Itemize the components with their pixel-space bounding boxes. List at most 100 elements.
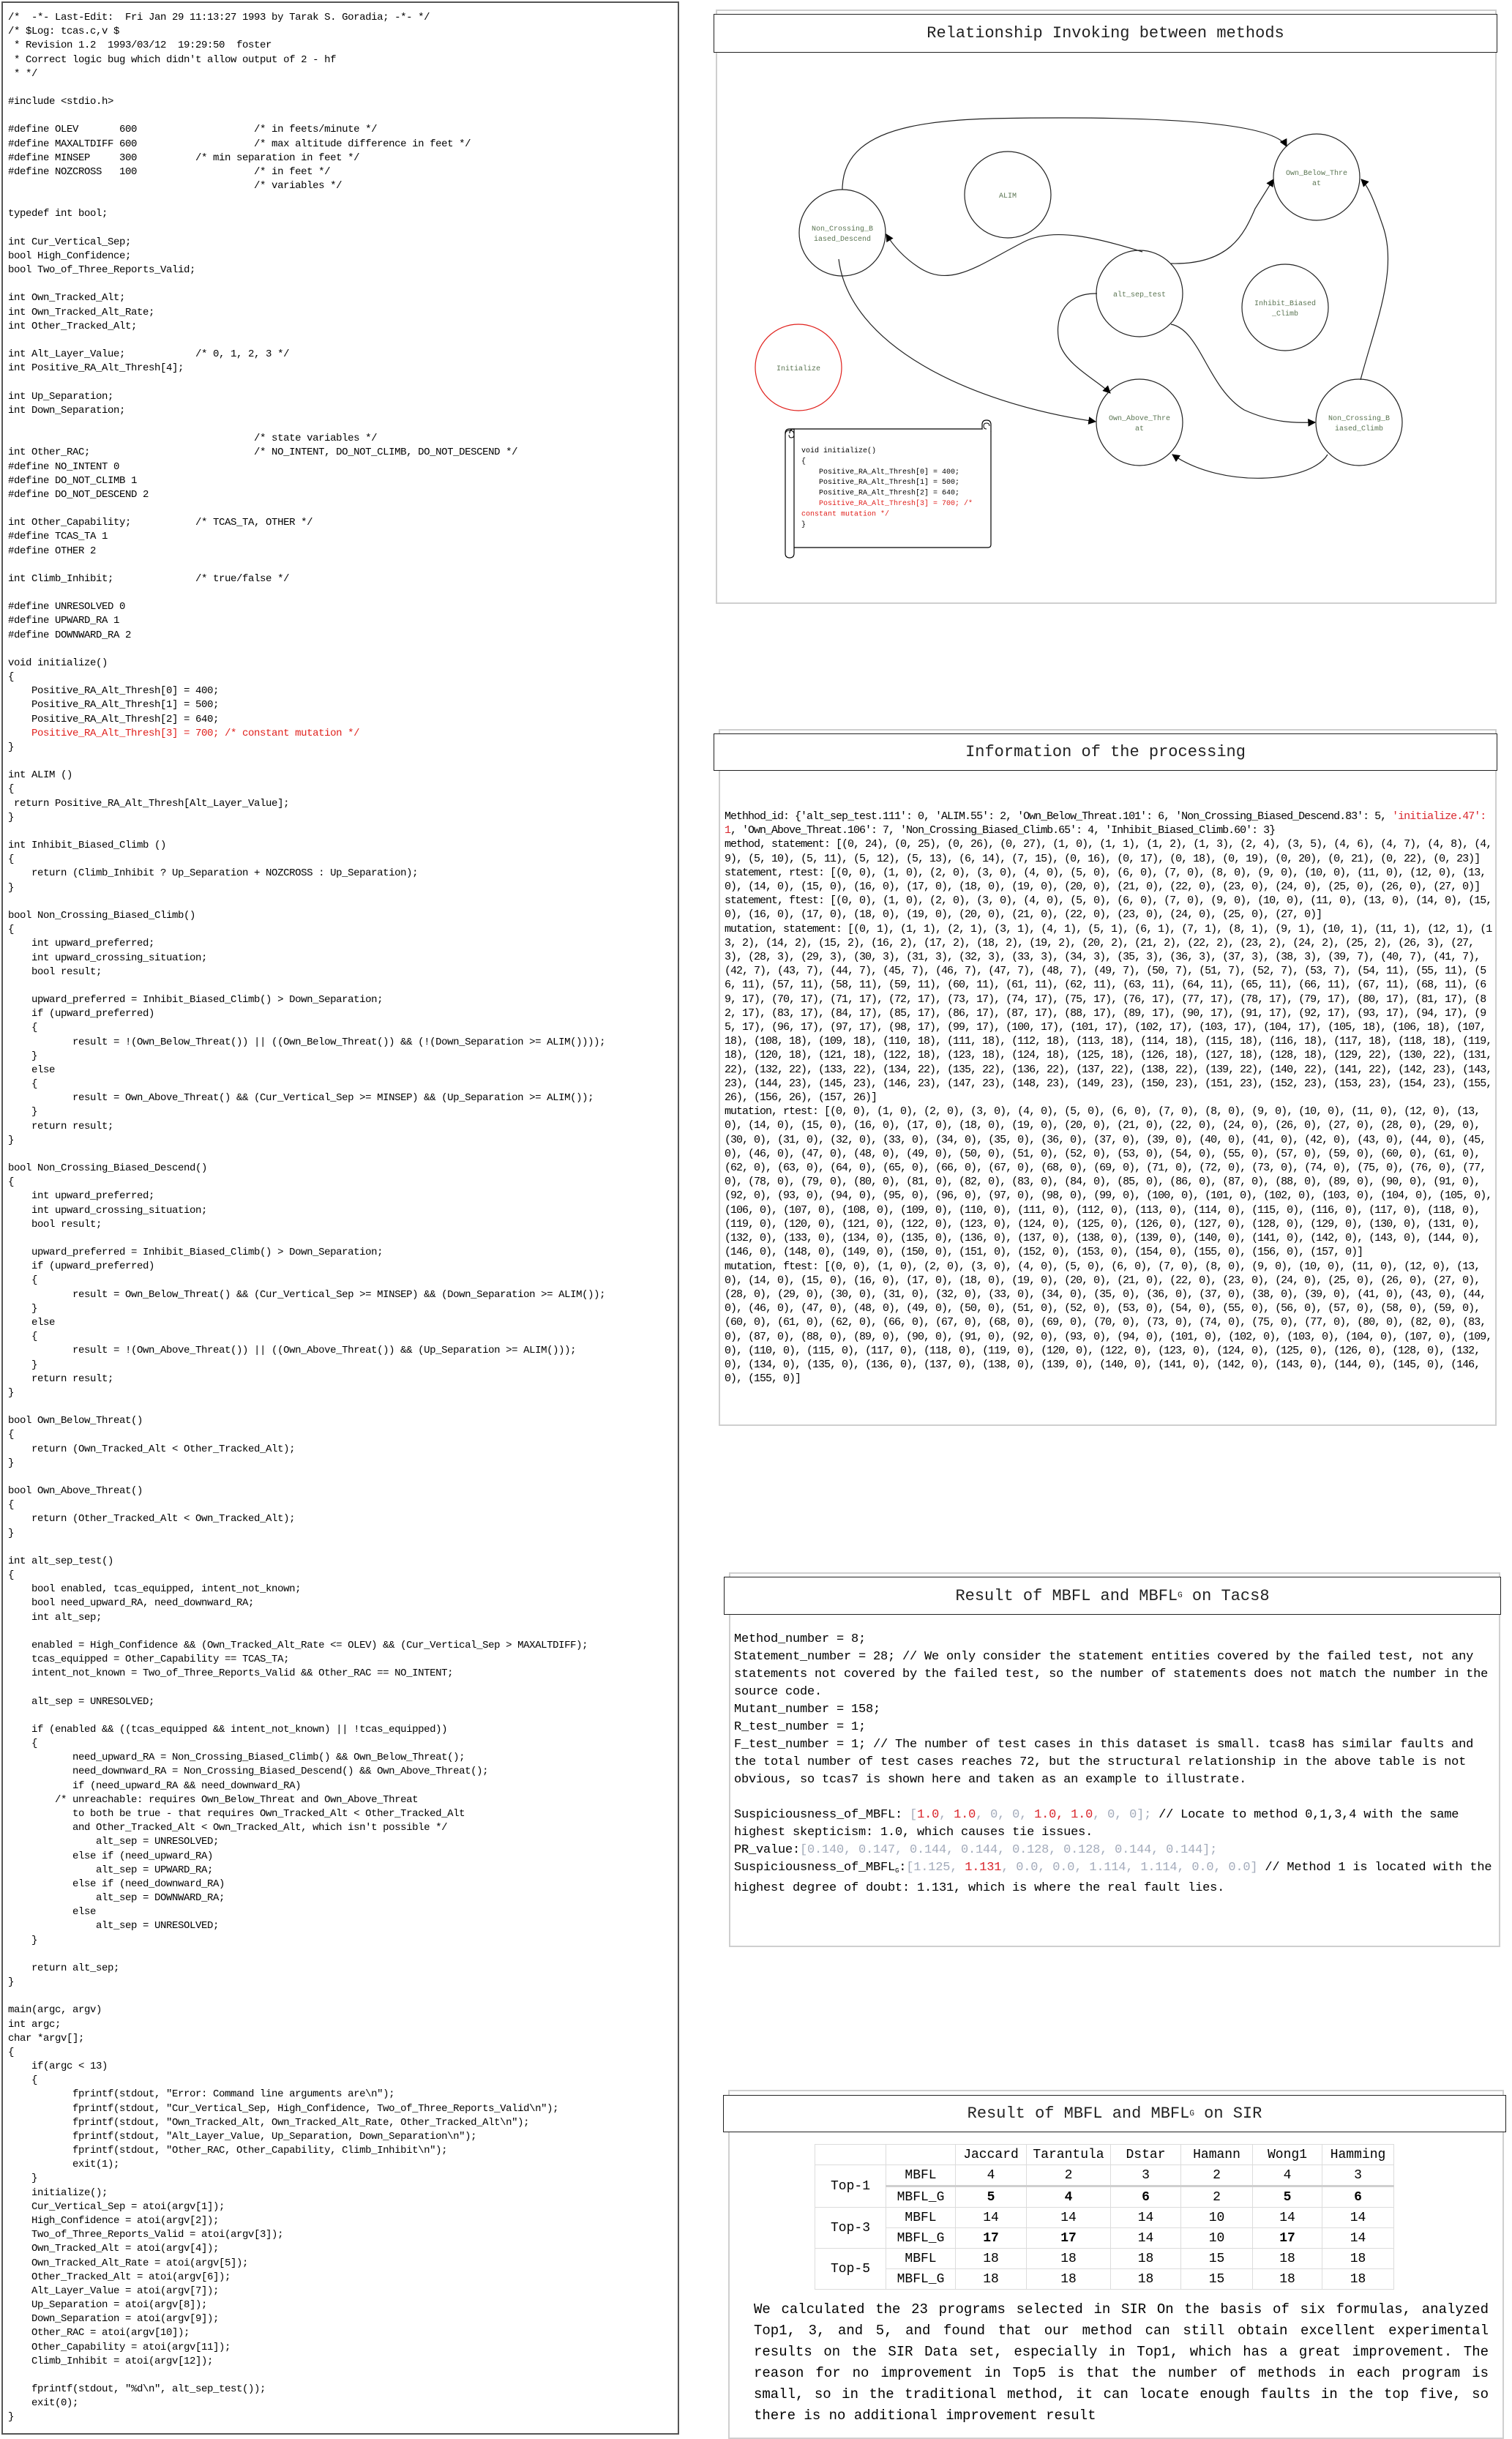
tacs8-title-text: Result of MBFL and MBFL [955, 1586, 1178, 1605]
diagram-title-text: Relationship Invoking between methods [927, 24, 1284, 42]
code-line: } [8, 741, 15, 753]
code-line: { [8, 671, 15, 684]
code-line: #include <stdio.h> [8, 96, 114, 108]
code-line: return result; [8, 1120, 114, 1132]
column-header: Wong1 [1252, 2144, 1322, 2165]
code-line: int Other_RAC; /* NO_INTENT, DO_NOT_CLIM… [8, 447, 518, 459]
tacs8-title-suffix: on Tacs8 [1182, 1586, 1270, 1605]
code-line: } [8, 1134, 15, 1146]
method-node-ast[interactable]: alt_sep_test [1096, 250, 1183, 337]
method-id-text-rest: , 'Own_Above_Threat.106': 7, 'Non_Crossi… [730, 824, 1276, 837]
code-line: result = Own_Above_Threat() && (Cur_Vert… [8, 1092, 594, 1105]
table-header-row: Jaccard Tarantula Dstar Hamann Wong1 Hamming [815, 2144, 1394, 2165]
code-line: else [8, 1316, 56, 1329]
note-code-line: constant mutation */ [801, 509, 889, 518]
tacs8-details: Method_number = 8; Statement_number = 28… [734, 1631, 1497, 1897]
source-code-panel: /* -*- Last-Edit: Fri Jan 29 11:13:27 19… [1, 1, 679, 2435]
method-node-init[interactable]: Initialize [755, 324, 842, 411]
method-label: MBFL_G [886, 2268, 956, 2290]
value-cell: 15 [1180, 2248, 1253, 2269]
statement-number: Statement_number = 28; // We only consid… [734, 1650, 1489, 1699]
sir-title-suffix: on SIR [1194, 2104, 1262, 2123]
method-id-map: Methhod_id: {'alt_sep_test.111': 0, 'ALI… [725, 810, 1496, 837]
code-line: result = !(Own_Below_Threat()) || ((Own_… [8, 1036, 606, 1048]
method-node-oat[interactable]: Own_Above_Threat [1096, 378, 1183, 466]
value-cell: 4 [955, 2165, 1027, 2186]
code-line: * */ [8, 67, 38, 80]
code-line: } [8, 1457, 15, 1469]
mutation-rtest-map: mutation, rtest: [(0, 0), (1, 0), (2, 0)… [725, 1105, 1492, 1259]
node-label: _Climb [1271, 310, 1298, 318]
code-line: alt_sep = UNRESOLVED; [8, 1836, 220, 1848]
value-cell: 10 [1180, 2207, 1253, 2228]
code-line: Up_Separation = atoi(argv[8]); [8, 2299, 208, 2312]
code-line: else if (need_upward_RA) [8, 1850, 214, 1862]
value-cell: 18 [955, 2268, 1027, 2290]
code-line: int ALIM () [8, 769, 73, 782]
value-cell: 2 [1026, 2165, 1111, 2186]
group-label: Top-3 [815, 2207, 886, 2249]
value-cell: 14 [1322, 2227, 1394, 2249]
value-cell: 4 [1026, 2185, 1111, 2208]
note-code-line: Positive_RA_Alt_Thresh[3] = 700; /* [801, 499, 973, 508]
value-cell: 17 [1026, 2227, 1111, 2249]
code-line: * Correct logic bug which didn't allow o… [8, 53, 337, 66]
code-line: int upward_preferred; [8, 1190, 155, 1203]
value-cell: 6 [1322, 2185, 1394, 2208]
method-node-ncbd[interactable]: Non_Crossing_Biased_Descend [798, 189, 886, 277]
statement-ftest-map: statement, ftest: [(0, 0), (1, 0), (2, 0… [725, 894, 1492, 922]
sir-title-subscript: G [1189, 2109, 1194, 2118]
code-line: alt_sep = UNRESOLVED; [8, 1920, 220, 1932]
value-cell: 14 [1110, 2227, 1181, 2249]
sir-summary: We calculated the 23 programs selected i… [754, 2301, 1489, 2424]
code-line: int argc; [8, 2018, 61, 2031]
method-node-obt[interactable]: Own_Below_Threat [1273, 133, 1361, 221]
call-edge-ast-to-obt [1170, 179, 1274, 264]
code-line: } [8, 1302, 38, 1315]
code-line: #define MAXALTDIFF 600 /* max altitude d… [8, 138, 471, 150]
code-line: if (upward_preferred) [8, 1260, 155, 1273]
bracket: [ [910, 1808, 918, 1822]
method-node-ibc[interactable]: Inhibit_Biased _Climb [1241, 264, 1329, 351]
scores: [1.125, [906, 1861, 965, 1875]
method-node-alim[interactable]: ALIM [964, 151, 1052, 239]
column-header: Hamann [1180, 2144, 1253, 2165]
code-line: /* $Log: tcas.c,v $ [8, 26, 120, 38]
code-line: } [8, 1976, 15, 1989]
code-listing: /* -*- Last-Edit: Fri Jan 29 11:13:27 19… [8, 11, 606, 2425]
call-edge-ncbc-to-oat [1172, 454, 1328, 479]
node-label: iased_Climb [1335, 425, 1383, 433]
code-line: /* unreachable: requires Own_Below_Threa… [8, 1793, 419, 1806]
code-line: alt_sep = DOWNWARD_RA; [8, 1892, 225, 1905]
code-line: bool need_upward_RA, need_downward_RA; [8, 1597, 255, 1610]
code-line: char *argv[]; [8, 2032, 85, 2044]
code-line: Positive_RA_Alt_Thresh[0] = 400; [8, 685, 220, 698]
code-line: Own_Tracked_Alt_Rate = atoi(argv[5]); [8, 2257, 249, 2269]
note-code-line: Positive_RA_Alt_Thresh[0] = 400; [801, 468, 959, 477]
note-code-line: { [801, 457, 806, 466]
label: Suspiciousness_of_MBFL [734, 1861, 896, 1875]
method-label: MBFL [886, 2248, 956, 2269]
label: Suspiciousness_of_MBFL: [734, 1808, 910, 1822]
value-cell: 6 [1110, 2185, 1181, 2208]
code-line: initialize(); [8, 2186, 108, 2199]
method-node-ncbc[interactable]: Non_Crossing_B iased_Climb [1315, 378, 1403, 466]
code-line: { [8, 1078, 38, 1091]
code-line: /* state variables */ [8, 433, 378, 445]
sir-results-table: Jaccard Tarantula Dstar Hamann Wong1 Hamming T… [815, 2144, 1394, 2290]
code-line: bool result; [8, 1218, 102, 1230]
method-number: Method_number = 8; [734, 1632, 867, 1646]
code-line: upward_preferred = Inhibit_Biased_Climb(… [8, 994, 383, 1006]
method-label: MBFL_G [886, 2227, 956, 2249]
code-line: bool enabled, tcas_equipped, intent_not_… [8, 1583, 302, 1596]
code-line: Positive_RA_Alt_Thresh[1] = 500; [8, 699, 220, 711]
method-id-text: Methhod_id: {'alt_sep_test.111': 0, 'ALI… [725, 810, 1393, 823]
header-cell-empty [886, 2144, 956, 2165]
processing-title-text: Information of the processing [965, 743, 1246, 761]
